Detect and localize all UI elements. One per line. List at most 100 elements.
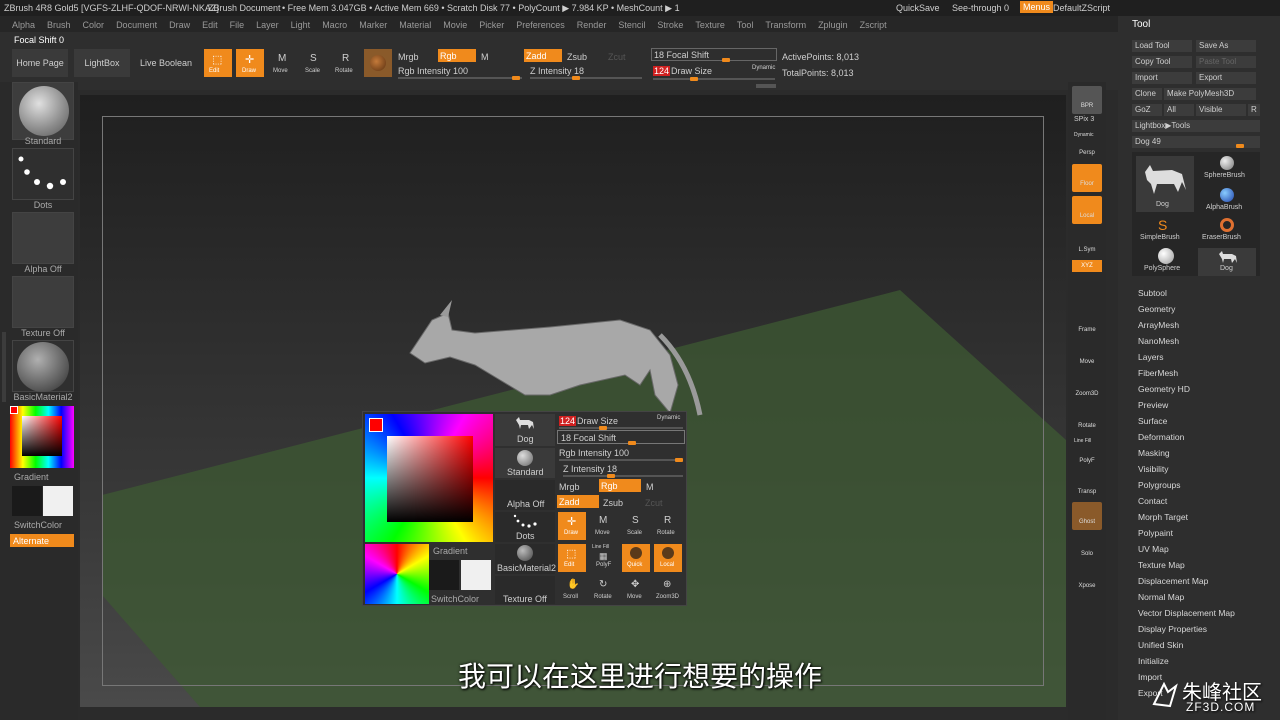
ghost-button[interactable]: Ghost — [1072, 502, 1102, 530]
texture-thumb[interactable] — [12, 276, 74, 328]
geometry-menu[interactable]: Geometry — [1138, 304, 1175, 314]
texture-map-menu[interactable]: Texture Map — [1138, 560, 1185, 570]
menu-layer[interactable]: Layer — [256, 20, 279, 30]
focal-shift-slider[interactable]: 18 Focal Shift — [651, 48, 777, 62]
popup-material[interactable]: BasicMaterial2 — [495, 544, 556, 574]
lightbox-button[interactable]: LightBox — [74, 49, 130, 77]
active-color-swatch[interactable] — [10, 406, 18, 414]
quicksave-button[interactable]: QuickSave — [896, 3, 940, 13]
popup-rgb-button[interactable]: Rgb — [599, 479, 641, 492]
popup-scale-button[interactable]: S Scale — [622, 512, 650, 540]
rgb-button[interactable]: Rgb — [438, 49, 476, 62]
popup-color-picker[interactable] — [365, 414, 493, 542]
menu-macro[interactable]: Macro — [322, 20, 347, 30]
popup-alpha[interactable]: Alpha Off — [495, 480, 555, 510]
z-intensity-knob[interactable] — [572, 76, 580, 80]
material-thumb[interactable] — [12, 340, 74, 392]
edit-button[interactable]: ⬚ Edit — [204, 49, 232, 77]
tool-simplebrush[interactable]: S SimpleBrush — [1136, 218, 1194, 246]
xyz-button[interactable]: XYZ — [1072, 260, 1102, 272]
zoom3d-button[interactable]: Zoom3D — [1072, 374, 1102, 402]
scale-button[interactable]: S Scale — [300, 49, 328, 77]
tool-dog[interactable]: Dog — [1198, 248, 1256, 276]
load-tool-button[interactable]: Load Tool — [1132, 40, 1192, 52]
draw-size-knob[interactable] — [690, 77, 698, 81]
popup-focal-shift-slider[interactable]: 18 Focal Shift — [557, 430, 685, 445]
popup-dynamic-toggle[interactable]: Dynamic — [657, 415, 680, 421]
polyf-button[interactable]: Line Fill PolyF — [1072, 438, 1102, 466]
menu-light[interactable]: Light — [291, 20, 311, 30]
menu-stencil[interactable]: Stencil — [618, 20, 645, 30]
local-button[interactable]: Local — [1072, 196, 1102, 224]
tool-polysphere[interactable]: PolySphere — [1136, 248, 1194, 276]
popup-z-intensity-knob[interactable] — [607, 474, 615, 478]
color-sv-square[interactable] — [22, 416, 62, 456]
popup-main-color[interactable] — [461, 560, 491, 590]
left-shelf-handle[interactable] — [2, 332, 6, 402]
see-through-slider[interactable]: See-through 0 — [952, 3, 1009, 13]
display-properties-menu[interactable]: Display Properties — [1138, 624, 1207, 634]
move-button[interactable]: M Move — [268, 49, 296, 77]
popup-hue-square[interactable] — [365, 544, 429, 604]
menus-button[interactable]: Menus — [1020, 1, 1054, 13]
switchcolor-button[interactable]: SwitchColor — [14, 520, 62, 530]
zsub-button[interactable]: Zsub — [567, 52, 587, 62]
material-swatch-button[interactable] — [364, 49, 392, 77]
menu-color[interactable]: Color — [83, 20, 105, 30]
popup-draw-size-slider[interactable]: Draw Size — [577, 416, 618, 426]
popup-zadd-button[interactable]: Zadd — [557, 495, 599, 508]
live-boolean-button[interactable]: Live Boolean — [136, 49, 196, 77]
rgb-intensity-knob[interactable] — [512, 76, 520, 80]
zadd-button[interactable]: Zadd — [524, 49, 562, 62]
draw-button[interactable]: ✛ Draw — [236, 49, 264, 77]
popup-quick-button[interactable]: Quick — [622, 544, 650, 572]
dynamic-toggle[interactable]: Dynamic — [752, 65, 775, 71]
clone-button[interactable]: Clone — [1132, 88, 1162, 100]
frame-button[interactable]: Frame — [1072, 310, 1102, 338]
tool-dog-main[interactable]: Dog — [1136, 156, 1194, 212]
popup-active-color[interactable] — [369, 418, 383, 432]
r-button[interactable]: R — [1248, 104, 1260, 116]
paste-tool-button[interactable]: Paste Tool — [1196, 56, 1256, 68]
menu-material[interactable]: Material — [399, 20, 431, 30]
color-picker[interactable] — [10, 406, 74, 468]
menu-draw[interactable]: Draw — [169, 20, 190, 30]
nanomesh-menu[interactable]: NanoMesh — [1138, 336, 1179, 346]
preview-menu[interactable]: Preview — [1138, 400, 1168, 410]
menu-transform[interactable]: Transform — [765, 20, 806, 30]
dog-tool-knob[interactable] — [1236, 144, 1244, 148]
menu-preferences[interactable]: Preferences — [516, 20, 565, 30]
rotate-view-button[interactable]: Rotate — [1072, 406, 1102, 434]
arraymesh-menu[interactable]: ArrayMesh — [1138, 320, 1179, 330]
normal-map-menu[interactable]: Normal Map — [1138, 592, 1184, 602]
menu-picker[interactable]: Picker — [479, 20, 504, 30]
visible-button[interactable]: Visible — [1196, 104, 1246, 116]
rgb-intensity-slider[interactable]: Rgb Intensity 100 — [398, 66, 468, 76]
lsym-button[interactable]: L.Sym — [1072, 230, 1102, 258]
popup-rotate-view-button[interactable]: ↻ Rotate — [590, 576, 618, 604]
menu-edit[interactable]: Edit — [202, 20, 218, 30]
copy-tool-button[interactable]: Copy Tool — [1132, 56, 1192, 68]
all-button[interactable]: All — [1164, 104, 1194, 116]
unified-skin-menu[interactable]: Unified Skin — [1138, 640, 1183, 650]
geometry-hd-menu[interactable]: Geometry HD — [1138, 384, 1190, 394]
dog-tool-slider[interactable]: Dog 49 — [1132, 136, 1260, 148]
solo-button[interactable]: Solo — [1072, 534, 1102, 562]
popup-rgb-intensity-slider[interactable]: Rgb Intensity 100 — [559, 448, 629, 458]
menu-tool[interactable]: Tool — [737, 20, 754, 30]
popup-z-intensity-slider[interactable]: Z Intensity 18 — [563, 464, 617, 474]
polypaint-menu[interactable]: Polypaint — [1138, 528, 1173, 538]
visibility-menu[interactable]: Visibility — [1138, 464, 1169, 474]
popup-edit-button[interactable]: ⬚ Edit — [558, 544, 586, 572]
popup-scroll-button[interactable]: ✋ Scroll — [558, 576, 586, 604]
popup-move-view-button[interactable]: ✥ Move — [622, 576, 650, 604]
tool-eraserbrush[interactable]: EraserBrush — [1198, 218, 1256, 246]
make-polymesh3d-button[interactable]: Make PolyMesh3D — [1164, 88, 1256, 100]
m-button[interactable]: M — [481, 52, 489, 62]
popup-focal-shift-knob[interactable] — [628, 441, 636, 445]
alternate-button[interactable]: Alternate — [10, 534, 74, 547]
stroke-thumb[interactable] — [12, 148, 74, 200]
displacement-map-menu[interactable]: Displacement Map — [1138, 576, 1208, 586]
morph-target-menu[interactable]: Morph Target — [1138, 512, 1188, 522]
zcut-button[interactable]: Zcut — [608, 52, 626, 62]
